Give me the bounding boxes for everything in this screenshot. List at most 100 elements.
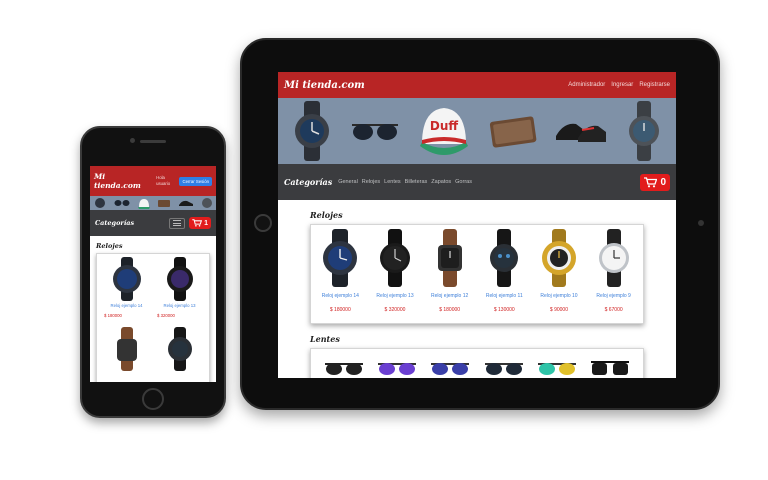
sunglasses-image [377,363,416,375]
category-link-general[interactable]: General [338,179,358,185]
nav-links: Administrador Ingresar Registrarse [568,82,670,88]
product-card-row: Reloj ejemplo 14 $ 180000 Reloj ejemplo … [310,224,644,324]
category-link-billeteras[interactable]: Billeteras [405,179,428,185]
product-item[interactable]: Reloj ejemplo 9 $ 67000 [588,229,640,319]
sunglasses-icon [114,200,130,206]
wallet-icon [489,116,537,148]
tablet-camera [698,220,704,226]
product-item[interactable] [100,326,153,380]
shoes-icon [178,200,193,206]
tablet-home-button [254,214,272,232]
nav-link-register[interactable]: Registrarse [639,82,670,88]
sunglasses-image [591,361,630,375]
categories-label: Categorías [95,219,135,227]
product-item[interactable]: Reloj ejemplo 14 $ 180000 [314,229,366,319]
product-card-row [310,348,644,378]
shoes-icon [556,123,606,142]
product-price: $ 180000 [104,313,122,318]
product-name[interactable]: Reloj ejemplo 12 [431,293,468,299]
category-link-zapatos[interactable]: Zapatos [431,179,451,185]
watch-image [112,257,141,301]
watch-image [116,326,137,371]
section-title-relojes: Relojes [310,210,343,220]
main-content: Relojes Reloj ejemplo 14 $ 180000 Reloj … [90,236,216,382]
top-navbar: Mi tienda.com Administrador Ingresar Reg… [278,72,676,98]
cart-icon [192,219,203,227]
wallet-icon [158,200,171,207]
tablet-screen: Mi tienda.com Administrador Ingresar Reg… [278,72,676,378]
product-price: $ 67000 [604,307,623,313]
product-name[interactable]: Reloj ejemplo 13 [376,293,413,299]
hero-banner: Duff [278,98,676,164]
product-price: $ 320000 [384,307,406,313]
main-content: Relojes Reloj ejemplo 14 $ 180000 Reloj … [278,200,676,378]
tablet-device: Mi tienda.com Administrador Ingresar Reg… [240,38,720,410]
cart-count: 1 [204,219,208,227]
cart-icon [644,176,658,187]
product-item[interactable]: Reloj ejemplo 13 $ 320000 [153,257,206,327]
product-name[interactable]: Reloj ejemplo 11 [486,293,523,299]
product-name[interactable]: Reloj ejemplo 13 [163,303,195,308]
watch-icon [95,198,106,208]
watch-icon [629,101,659,161]
nav-link-login[interactable]: Ingresar [611,82,633,88]
device-mockup: Mi tienda.com Administrador Ingresar Reg… [0,0,768,480]
phone-home-button [142,388,164,410]
product-item[interactable] [153,326,206,380]
hamburger-line [173,220,182,221]
watch-image [323,229,358,287]
cart-count: 0 [660,176,666,188]
phone-speaker [140,140,166,143]
cart-button[interactable]: 0 [640,173,670,191]
watch-image [166,257,193,301]
cart-button[interactable]: 1 [189,217,211,229]
watch-image [490,229,519,287]
product-grid: Reloj ejemplo 14 $ 180000 Reloj ejemplo … [96,253,210,382]
watch-image [379,229,410,287]
category-bar: Categorías 1 [90,210,216,236]
watch-image [541,229,576,287]
category-link-gorras[interactable]: Gorras [455,179,472,185]
product-item[interactable]: Reloj ejemplo 10 $ 90000 [533,229,585,319]
category-bar: Categorías General Relojes Lentes Billet… [278,164,676,200]
watch-image [167,326,192,371]
watch-image [437,229,462,287]
cap-logo-text: Duff [430,119,459,133]
logout-button[interactable]: Cerrar Sesión [179,176,212,186]
hamburger-line [173,222,182,224]
product-price: $ 180000 [439,307,461,313]
section-title-relojes: Relojes [96,242,123,250]
site-logo[interactable]: Mi tienda.com [94,172,150,190]
nav-link-admin[interactable]: Administrador [568,82,605,88]
category-link-relojes[interactable]: Relojes [362,179,380,185]
phone-camera [130,138,135,143]
phone-screen: Mi tienda.com Hola usuario Cerrar Sesión… [90,166,216,382]
product-price: $ 90000 [549,307,568,313]
category-link-lentes[interactable]: Lentes [384,179,401,185]
sunglasses-image [324,363,363,375]
product-name[interactable]: Reloj ejemplo 9 [596,293,630,299]
user-greeting: Hola usuario [156,175,171,186]
watch-image [598,229,629,287]
product-name[interactable]: Reloj ejemplo 10 [540,293,577,299]
watch-icon [295,101,329,161]
product-item[interactable]: Reloj ejemplo 14 $ 180000 [100,257,153,327]
site-logo[interactable]: Mi tienda.com [284,80,365,91]
sunglasses-image [431,363,470,375]
cap-icon: Duff [420,108,468,155]
product-item[interactable]: Reloj ejemplo 11 $ 130000 [478,229,530,319]
watch-icon [201,198,212,208]
menu-toggle-button[interactable] [169,217,186,229]
hero-banner [90,196,216,210]
product-price: $ 320000 [157,313,175,318]
product-name[interactable]: Reloj ejemplo 14 [110,303,142,308]
product-name[interactable]: Reloj ejemplo 14 [322,293,359,299]
sunglasses-image [537,363,576,375]
product-item[interactable]: Reloj ejemplo 12 $ 180000 [424,229,476,319]
cap-icon [137,199,150,209]
product-item[interactable]: Reloj ejemplo 13 $ 320000 [369,229,421,319]
sunglasses-icon [352,124,398,140]
section-title-lentes: Lentes [310,334,340,344]
product-price: $ 130000 [493,307,515,313]
hamburger-line [173,225,182,226]
